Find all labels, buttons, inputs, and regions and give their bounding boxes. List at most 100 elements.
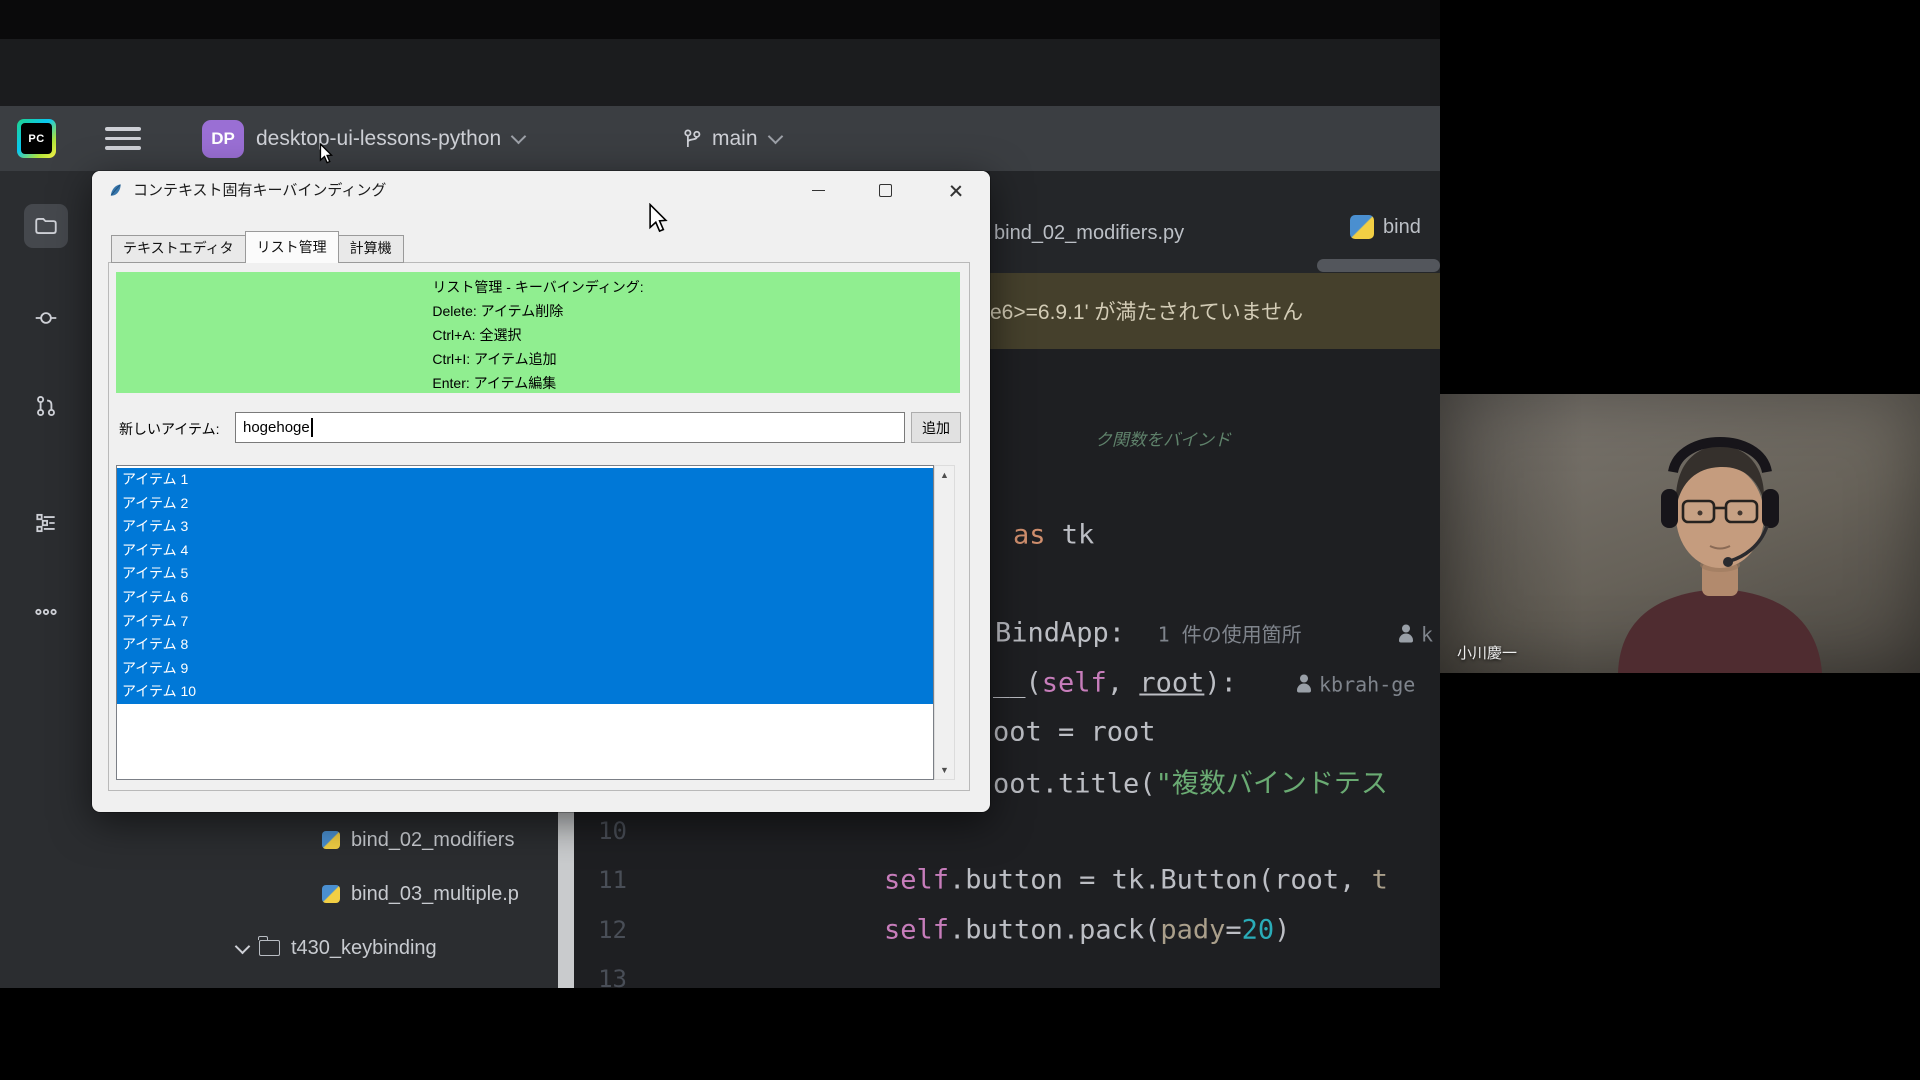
tab-label: bind_02_modifiers.py [994,222,1184,244]
list-item[interactable]: アイテム 3 [117,515,933,539]
info-line: Ctrl+A: 全選択 [432,323,643,347]
pycharm-logo-text: PC [28,133,44,145]
tab-bind-02-modifiers[interactable]: bind_02_modifiers.py [994,222,1184,245]
minimize-button[interactable] [795,171,841,210]
python-icon [322,885,340,903]
project-selector[interactable]: desktop-ui-lessons-python [256,127,501,151]
list-item[interactable]: アイテム 2 [117,492,933,516]
code-line: self.button.pack(pady=20) [884,915,1290,946]
tk-notebook-tabs: テキストエディタリスト管理計算機 [111,233,403,263]
tree-item-label: bind_02_modifiers [351,829,514,852]
chevron-down-icon[interactable] [235,938,251,954]
project-badge: DP [202,120,244,158]
tree-item-label: bind_03_multiple.p [351,883,519,906]
sidebar-item-project[interactable] [24,204,68,248]
tk-window: コンテキスト固有キーバインディング テキストエディタリスト管理計算機 リスト管理… [92,171,990,812]
person-icon [1398,625,1414,644]
list-item[interactable]: アイテム 1 [117,468,933,492]
item-listbox[interactable]: アイテム 1アイテム 2アイテム 3アイテム 4アイテム 5アイテム 6アイテム… [116,465,934,780]
window-top-band [0,39,1440,106]
line-number: 10 [575,817,627,845]
scroll-down-icon[interactable]: ▼ [935,765,954,775]
webcam-video: 小川慶一 [1440,394,1920,673]
main-menu-icon[interactable] [105,127,141,150]
tab-scrollbar-thumb[interactable] [1317,259,1440,272]
info-line: Ctrl+I: アイテム追加 [432,347,643,371]
list-scrollbar[interactable]: ▲ ▼ [934,465,955,780]
tree-item-label: t430_keybinding [291,937,437,960]
pycharm-logo: PC [17,119,56,158]
list-item[interactable]: アイテム 4 [117,539,933,563]
tab-label: bind [1383,216,1421,239]
list-item[interactable]: アイテム 6 [117,586,933,610]
line-number: 11 [575,866,627,894]
commit-icon [33,305,59,331]
code-line: oot = root [993,717,1156,748]
sidebar-item-pull-requests[interactable] [24,384,68,428]
code-line: as tk [1013,520,1094,551]
tk-tab[interactable]: 計算機 [338,235,404,263]
list-item[interactable]: アイテム 5 [117,562,933,586]
ide-toolbar: PC DP desktop-ui-lessons-python main [0,106,1440,171]
more-icon [33,599,59,625]
line-number: 12 [575,916,627,944]
add-button[interactable]: 追加 [911,412,961,443]
tree-item[interactable]: t430_keybinding [237,931,437,965]
new-item-input[interactable]: hogehoge [235,412,905,443]
python-icon [322,831,340,849]
person-icon [1296,675,1312,694]
tool-window-stripe [0,171,93,988]
warning-text: e6>=6.9.1' が満たされていません [990,296,1303,326]
list-item[interactable]: アイテム 9 [117,657,933,681]
code-line: oot.title("複数バインドテス [993,762,1388,801]
tree-item[interactable]: bind_02_modifiers [322,823,514,857]
line-number: 13 [575,965,627,988]
code-line: self.button = tk.Button(root, t [884,865,1388,896]
maximize-icon [879,184,892,197]
close-button[interactable] [932,171,978,210]
info-line: リスト管理 - キーバインディング: [432,275,643,299]
scroll-up-icon[interactable]: ▲ [935,470,954,480]
tk-tab[interactable]: リスト管理 [245,231,339,263]
participant-name: 小川慶一 [1457,642,1517,663]
project-scrollbar[interactable] [558,800,574,988]
branch-name: main [712,127,758,151]
screen: PC DP desktop-ui-lessons-python main [0,0,1920,1080]
git-branch-icon [681,127,703,151]
structure-icon [33,510,59,536]
tk-window-title: コンテキスト固有キーバインディング [133,171,386,210]
info-line: Delete: アイテム削除 [432,299,643,323]
branch-selector[interactable]: main [681,106,781,171]
input-value: hogehoge [243,419,310,436]
warning-banner: e6>=6.9.1' が満たされていません [990,273,1440,349]
maximize-button[interactable] [862,171,908,210]
tk-tab[interactable]: テキストエディタ [111,235,246,263]
new-item-label: 新しいアイテム: [119,419,220,439]
keybinding-info-label: リスト管理 - キーバインディング:Delete: アイテム削除Ctrl+A: … [116,272,960,393]
list-item[interactable]: アイテム 8 [117,633,933,657]
editor-tab-bar: bind_02_modifiers.py bind [990,171,1440,273]
text-caret [311,418,313,437]
tk-titlebar[interactable]: コンテキスト固有キーバインディング [92,171,990,210]
tree-item[interactable]: bind_03_multiple.p [322,877,519,911]
chevron-down-icon [767,128,783,144]
python-feather-icon [108,183,123,198]
folder-icon [33,213,59,239]
code-line: __(self, root): [993,668,1237,699]
code-line: k [1398,618,1433,649]
list-item[interactable]: アイテム 10 [117,680,933,704]
sidebar-item-more[interactable] [24,590,68,634]
folder-icon [259,940,280,956]
sidebar-item-commit[interactable] [24,296,68,340]
mouse-cursor [646,203,670,233]
keybinding-info-text: リスト管理 - キーバインディング:Delete: アイテム削除Ctrl+A: … [432,272,643,393]
mouse-cursor-small [318,143,334,164]
sidebar-item-structure[interactable] [24,501,68,545]
close-icon [949,184,962,197]
list-item[interactable]: アイテム 7 [117,610,933,634]
minimize-icon [812,190,825,192]
tab-bind-03[interactable]: bind [1350,215,1421,239]
code-line: kbrah-ge [1296,668,1415,699]
python-file-icon [1350,215,1374,239]
info-line: Enter: アイテム編集 [432,371,643,395]
